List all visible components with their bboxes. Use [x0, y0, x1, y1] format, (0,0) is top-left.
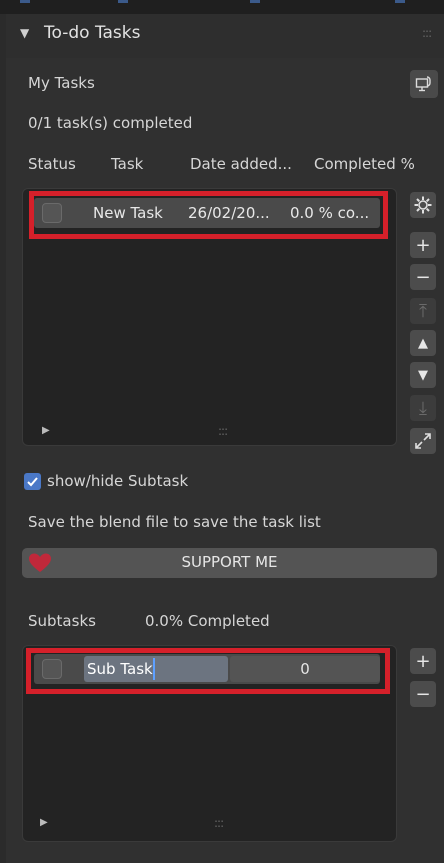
top-strip [0, 0, 444, 14]
highlight-box [26, 648, 390, 694]
save-note: Save the blend file to save the task lis… [28, 513, 321, 531]
add-task-button[interactable]: + [410, 232, 436, 258]
gear-icon [414, 196, 432, 214]
arrow-bottom-icon: ⤓ [419, 397, 427, 419]
remove-task-button[interactable]: − [410, 264, 436, 290]
task-settings-button[interactable] [410, 192, 436, 218]
triangle-up-icon: ▲ [418, 335, 428, 351]
move-task-top-button[interactable]: ⤒ [410, 298, 436, 324]
top-strip-tick [20, 0, 30, 3]
column-task: Task [111, 155, 144, 173]
triangle-down-icon[interactable]: ▼ [20, 26, 29, 40]
column-completed: Completed % [314, 155, 415, 173]
top-strip-tick [118, 0, 128, 3]
highlight-box [29, 191, 388, 239]
minus-icon: − [415, 266, 431, 288]
tasks-completed-summary: 0/1 task(s) completed [28, 114, 193, 132]
top-strip-tick [395, 0, 405, 3]
panel-title: To-do Tasks [44, 23, 141, 43]
subtask-list-resize-grip-icon[interactable]: ::: [214, 816, 224, 830]
support-me-label: SUPPORT ME [181, 553, 278, 571]
top-strip-tick [250, 0, 260, 3]
checkmark-icon [27, 477, 38, 487]
subtasks-completed-summary: 0.0% Completed [145, 612, 270, 630]
plus-icon: + [415, 234, 431, 256]
minus-icon: − [415, 683, 431, 705]
monitor-link-icon [415, 76, 431, 92]
expand-list-button[interactable] [410, 428, 436, 454]
plus-icon: + [415, 650, 431, 672]
list-expand-icon[interactable]: ▶ [42, 425, 50, 436]
remove-subtask-button[interactable]: − [410, 681, 436, 707]
move-task-down-button[interactable]: ▼ [410, 362, 436, 388]
subtasks-label: Subtasks [28, 612, 96, 630]
triangle-down-icon: ▼ [418, 367, 428, 383]
fullscreen-icon [415, 433, 431, 449]
arrow-top-icon: ⤒ [419, 300, 427, 322]
link-task-list-button[interactable] [410, 70, 438, 98]
show-subtask-checkbox[interactable] [24, 473, 41, 490]
column-status: Status [28, 155, 76, 173]
column-date-added: Date added... [190, 155, 292, 173]
subtask-list-expand-icon[interactable]: ▶ [40, 817, 48, 828]
move-task-bottom-button[interactable]: ⤓ [410, 395, 436, 421]
move-task-up-button[interactable]: ▲ [410, 330, 436, 356]
panel-drag-grip-icon[interactable]: ::: [422, 26, 432, 40]
my-tasks-label: My Tasks [28, 74, 95, 92]
add-subtask-button[interactable]: + [410, 648, 436, 674]
list-resize-grip-icon[interactable]: ::: [218, 424, 228, 438]
show-subtask-label[interactable]: show/hide Subtask [47, 472, 188, 490]
